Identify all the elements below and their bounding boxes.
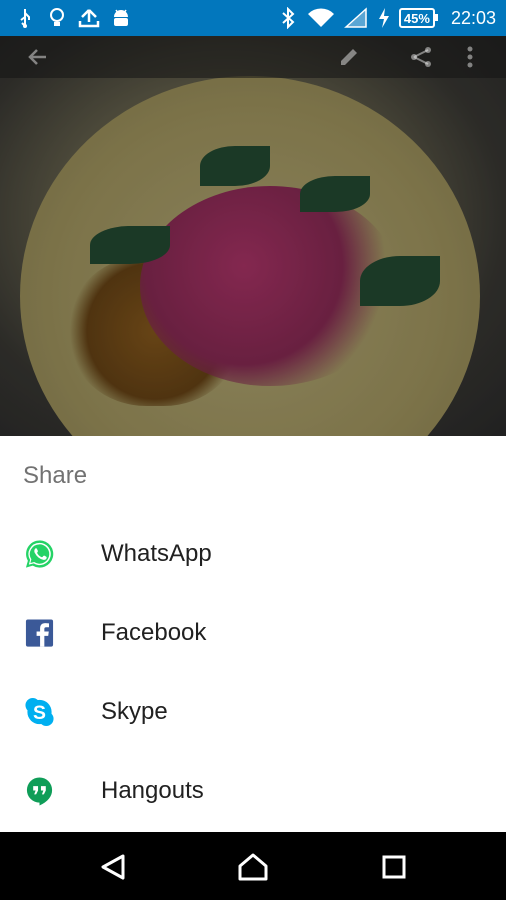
upload-icon xyxy=(78,7,100,29)
share-item-label: Skype xyxy=(101,698,168,725)
back-button[interactable] xyxy=(98,852,128,882)
share-sheet: Share WhatsApp Facebook S Skype Hangouts xyxy=(0,436,506,832)
photo-dim-overlay xyxy=(0,36,506,436)
photo-toolbar xyxy=(0,36,506,78)
usb-icon xyxy=(14,7,36,29)
skype-icon: S xyxy=(24,697,55,728)
facebook-icon xyxy=(24,618,55,649)
navigation-bar xyxy=(0,832,506,900)
battery-indicator: 45% xyxy=(398,8,438,28)
wifi-icon xyxy=(307,7,335,29)
status-bar: 45% 22:03 xyxy=(0,0,506,36)
photo-preview xyxy=(0,36,506,436)
android-icon xyxy=(110,7,132,29)
share-item-whatsapp[interactable]: WhatsApp xyxy=(0,515,506,593)
home-button[interactable] xyxy=(237,852,269,882)
svg-text:S: S xyxy=(33,702,46,724)
edit-icon[interactable] xyxy=(338,36,360,78)
share-icon[interactable] xyxy=(408,36,434,78)
clock: 22:03 xyxy=(450,7,496,28)
overflow-menu-icon[interactable] xyxy=(466,36,474,78)
whatsapp-icon xyxy=(24,539,55,570)
share-item-label: WhatsApp xyxy=(101,540,212,567)
back-arrow-icon[interactable] xyxy=(26,36,50,78)
signal-icon xyxy=(343,7,369,29)
share-item-facebook[interactable]: Facebook xyxy=(0,594,506,672)
bluetooth-icon xyxy=(277,7,299,29)
lightbulb-icon xyxy=(46,7,68,29)
share-item-hangouts[interactable]: Hangouts xyxy=(0,752,506,830)
recents-button[interactable] xyxy=(379,852,409,882)
share-sheet-title: Share xyxy=(23,462,88,489)
share-item-label: Hangouts xyxy=(101,777,204,804)
share-item-label: Facebook xyxy=(101,619,207,646)
charging-icon xyxy=(377,7,391,29)
hangouts-icon xyxy=(24,776,55,807)
share-item-skype[interactable]: S Skype xyxy=(0,673,506,751)
